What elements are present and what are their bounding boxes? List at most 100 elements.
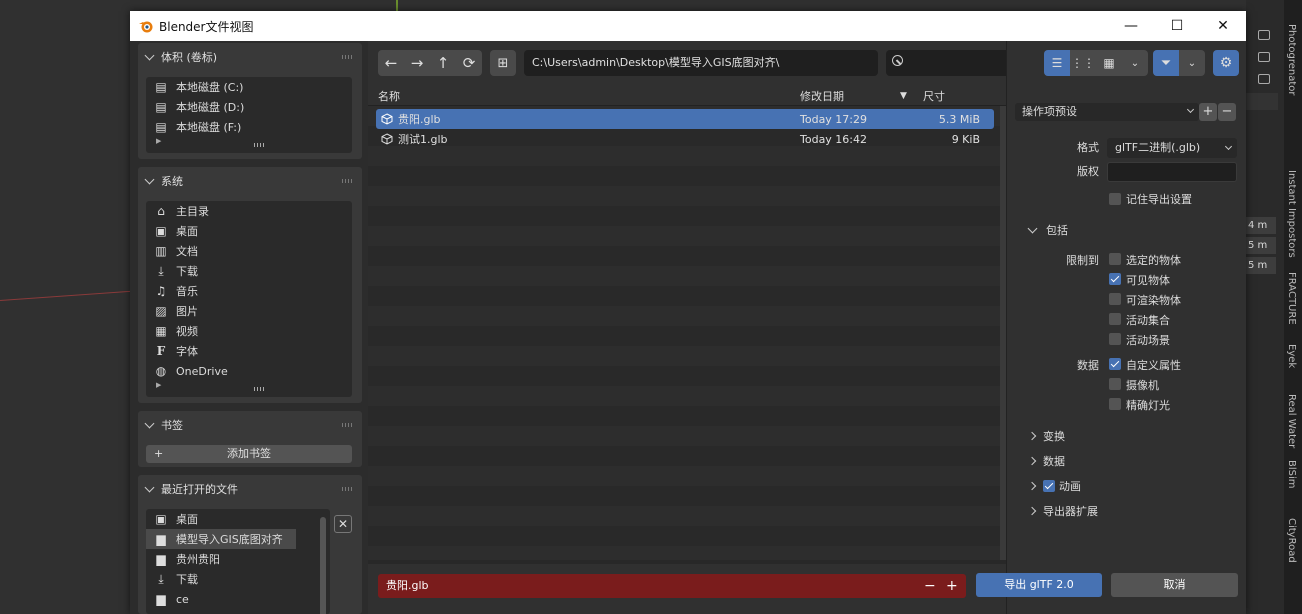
system-list: ⌂ 主目录 ▣ 桌面 ▥ 文档 ⤓ 下载 ♫ 音乐 ▨ 图片 ▦ 视频 F 字体 ◍ OneDri… — [146, 201, 352, 397]
documents-icon: ▥ — [155, 244, 167, 258]
copyright-input[interactable] — [1107, 162, 1237, 182]
refresh-button[interactable]: ⟳ — [456, 50, 482, 76]
recent-header[interactable]: 最近打开的文件 — [138, 475, 362, 503]
volumes-header[interactable]: 体积 (卷标) — [138, 43, 362, 71]
animation-section-header[interactable]: 动画 — [1027, 478, 1081, 494]
drag-handle-icon[interactable] — [342, 179, 354, 183]
clear-recent-button[interactable]: ✕ — [334, 515, 352, 533]
file-toolbar: ← → ↑ ⟳ ⊞ C:\Users\admin\Desktop\模型导入GIS… — [368, 41, 1034, 86]
selected-objects-checkbox[interactable] — [1109, 253, 1121, 265]
drag-handle-icon[interactable] — [342, 55, 354, 59]
sidebar-item-fonts[interactable]: F 字体 — [146, 341, 352, 361]
bookmarks-header[interactable]: 书签 — [138, 411, 362, 439]
export-button[interactable]: 导出 glTF 2.0 — [976, 573, 1102, 597]
sidebar-item-label: 音乐 — [176, 285, 198, 298]
font-icon: F — [156, 344, 166, 358]
resize-handle-icon[interactable] — [254, 143, 266, 147]
column-date[interactable]: 修改日期 — [800, 88, 844, 104]
sidebar-item-downloads[interactable]: ⤓ 下载 — [146, 261, 352, 281]
file-row[interactable]: 测试1.glb Today 16:42 9 KiB — [376, 129, 994, 149]
horizontal-list-button[interactable]: ⋮⋮ — [1070, 50, 1096, 76]
folder-icon: ▆ — [156, 552, 166, 566]
drag-handle-icon[interactable] — [342, 487, 354, 491]
sidebar-item-onedrive[interactable]: ◍ OneDrive — [146, 361, 352, 381]
sidebar-item-f[interactable]: ▤ 本地磁盘 (F:) — [146, 117, 352, 137]
decrement-button[interactable]: − — [924, 574, 936, 598]
sidebar-item-home[interactable]: ⌂ 主目录 — [146, 201, 352, 221]
sidebar-item-c[interactable]: ▤ 本地磁盘 (C:) — [146, 77, 352, 97]
new-folder-group: ⊞ — [490, 50, 516, 76]
maximize-button[interactable]: ☐ — [1154, 11, 1200, 41]
title-bar: Blender文件视图 — ☐ ✕ — [130, 11, 1246, 41]
new-directory-button[interactable]: ⊞ — [490, 50, 516, 76]
sidebar-item-d[interactable]: ▤ 本地磁盘 (D:) — [146, 97, 352, 117]
minimize-button[interactable]: — — [1108, 11, 1154, 41]
sidebar-item-videos[interactable]: ▦ 视频 — [146, 321, 352, 341]
sidebar-item-music[interactable]: ♫ 音乐 — [146, 281, 352, 301]
settings-toggle-button[interactable]: ⚙ — [1213, 50, 1239, 76]
system-panel: 系统 ⌂ 主目录 ▣ 桌面 ▥ 文档 ⤓ 下载 ♫ 音乐 ▨ 图片 ▦ 视频 F 字体 ◍ One… — [138, 167, 362, 403]
filter-toggle-button[interactable]: ⏷ — [1153, 50, 1179, 76]
active-scene-checkbox[interactable] — [1109, 333, 1121, 345]
recent-item-gis[interactable]: ▆ 模型导入GIS底图对齐 — [146, 529, 296, 549]
operator-preset-dropdown[interactable]: 操作项预设 — [1015, 103, 1199, 121]
close-button[interactable]: ✕ — [1200, 11, 1246, 41]
back-button[interactable]: ← — [378, 50, 404, 76]
thumbnail-button[interactable]: ▦ — [1096, 50, 1122, 76]
animation-checkbox[interactable] — [1043, 480, 1055, 492]
include-section-header[interactable]: 包括 — [1027, 222, 1068, 238]
recent-item-downloads[interactable]: ⤓ 下载 — [146, 569, 330, 589]
visible-objects-checkbox[interactable] — [1109, 273, 1121, 285]
resize-handle-icon[interactable] — [254, 387, 266, 391]
expand-arrow-icon[interactable]: ▶ — [146, 137, 352, 147]
file-browser-window: Blender文件视图 — ☐ ✕ 体积 (卷标) ▤ 本地磁盘 (C:) ▤ 本地… — [130, 11, 1246, 614]
filename-input[interactable]: 贵阳.glb − + — [378, 574, 966, 598]
column-name[interactable]: 名称 — [378, 88, 400, 104]
data-section-header[interactable]: 数据 — [1027, 453, 1065, 469]
format-dropdown[interactable]: glTF二进制(.glb) — [1107, 138, 1237, 158]
arrow-left-icon: ← — [384, 54, 398, 72]
search-icon — [892, 55, 903, 66]
home-icon: ⌂ — [157, 204, 165, 218]
cameras-checkbox[interactable] — [1109, 378, 1121, 390]
display-options-button[interactable]: ⌄ — [1122, 50, 1148, 76]
recent-item-desktop[interactable]: ▣ 桌面 — [146, 509, 330, 529]
sidebar-item-label: ce — [176, 592, 189, 606]
file-row[interactable]: 贵阳.glb Today 17:29 5.3 MiB — [376, 109, 994, 129]
remove-preset-button[interactable]: − — [1218, 103, 1236, 121]
sidebar-item-documents[interactable]: ▥ 文档 — [146, 241, 352, 261]
parent-directory-button[interactable]: ↑ — [430, 50, 456, 76]
add-bookmark-button[interactable]: + 添加书签 — [146, 445, 352, 463]
remember-settings-checkbox[interactable] — [1109, 193, 1121, 205]
cancel-button[interactable]: 取消 — [1111, 573, 1238, 597]
recent-item-ce[interactable]: ▆ ce — [146, 589, 330, 609]
forward-button[interactable]: → — [404, 50, 430, 76]
renderable-objects-checkbox[interactable] — [1109, 293, 1121, 305]
recent-scrollbar[interactable] — [320, 517, 326, 614]
sidebar-item-desktop[interactable]: ▣ 桌面 — [146, 221, 352, 241]
transform-section-header[interactable]: 变换 — [1027, 428, 1065, 444]
sidebar-item-pictures[interactable]: ▨ 图片 — [146, 301, 352, 321]
sort-arrow-icon[interactable]: ▼ — [900, 91, 907, 101]
punctual-lights-checkbox[interactable] — [1109, 398, 1121, 410]
lock-icon — [1258, 74, 1270, 84]
system-header[interactable]: 系统 — [138, 167, 362, 195]
active-scene-label: 活动场景 — [1126, 334, 1170, 347]
list-icon: ☰ — [1051, 56, 1063, 70]
custom-properties-label: 自定义属性 — [1126, 359, 1181, 372]
active-collection-checkbox[interactable] — [1109, 313, 1121, 325]
add-preset-button[interactable]: + — [1199, 103, 1217, 121]
directory-path-input[interactable]: C:\Users\admin\Desktop\模型导入GIS底图对齐\ — [524, 50, 878, 76]
sidebar-item-label: 桌面 — [176, 225, 198, 238]
drag-handle-icon[interactable] — [342, 423, 354, 427]
column-size[interactable]: 尺寸 — [923, 88, 945, 104]
vertical-list-button[interactable]: ☰ — [1044, 50, 1070, 76]
recent-item-guiyang[interactable]: ▆ 贵州贵阳 — [146, 549, 330, 569]
folder-icon: ▆ — [156, 532, 166, 546]
expand-arrow-icon[interactable]: ▶ — [146, 381, 352, 391]
custom-properties-checkbox[interactable] — [1109, 358, 1121, 370]
extensions-section-header[interactable]: 导出器扩展 — [1027, 503, 1098, 519]
filter-options-button[interactable]: ⌄ — [1179, 50, 1205, 76]
chevron-down-icon: ⌄ — [1187, 57, 1197, 69]
increment-button[interactable]: + — [946, 574, 958, 598]
